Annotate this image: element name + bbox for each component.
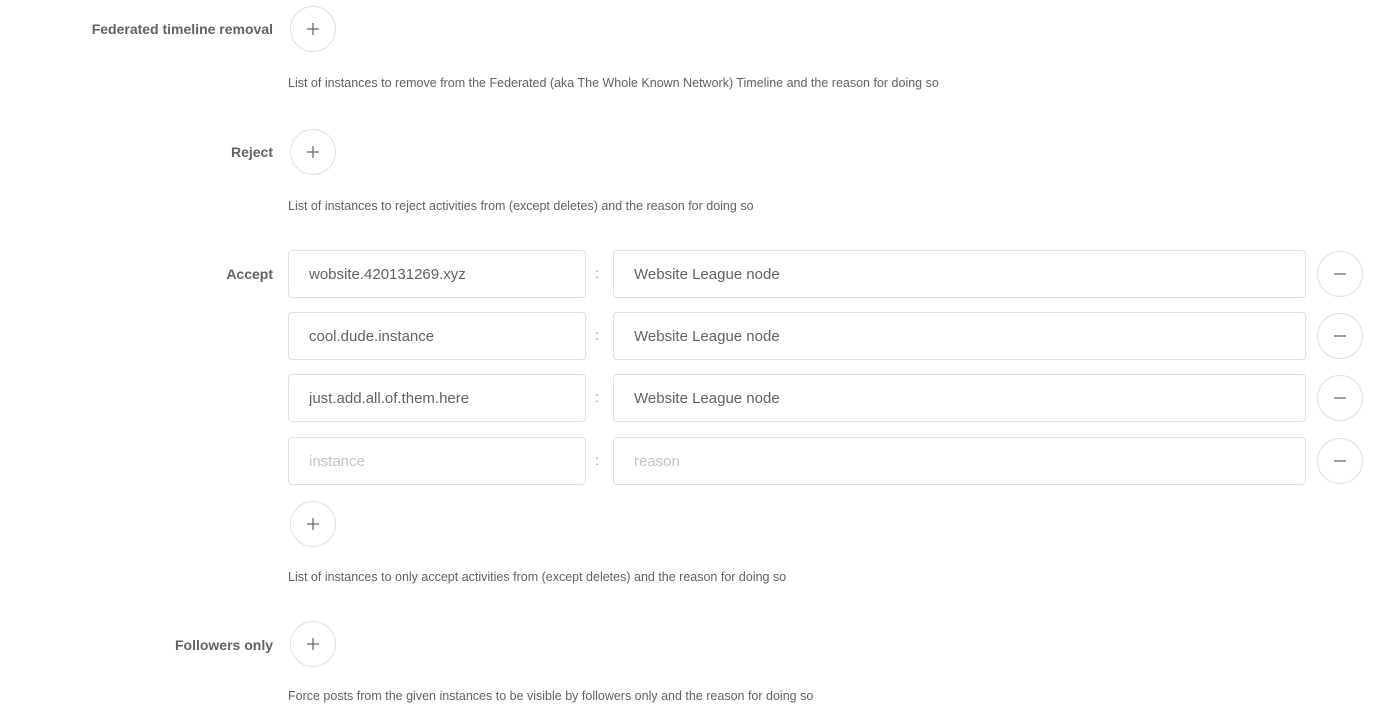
accept-separator: : (595, 265, 599, 281)
accept-description: List of instances to only accept activit… (288, 570, 787, 584)
accept-instance-input[interactable] (288, 312, 586, 360)
followers-only-add-button[interactable] (290, 621, 336, 667)
minus-icon (1334, 460, 1346, 462)
accept-reason-input[interactable] (613, 374, 1306, 422)
accept-reason-input[interactable] (613, 437, 1306, 485)
accept-remove-button[interactable] (1317, 251, 1363, 297)
accept-separator: : (595, 327, 599, 343)
minus-icon (1334, 397, 1346, 399)
accept-add-button[interactable] (290, 501, 336, 547)
accept-instance-input[interactable] (288, 374, 586, 422)
accept-separator: : (595, 389, 599, 405)
accept-remove-button[interactable] (1317, 313, 1363, 359)
accept-label: Accept (226, 266, 273, 282)
followers-only-label: Followers only (174, 637, 273, 653)
federated-add-button[interactable] (290, 6, 336, 52)
accept-instance-input[interactable] (288, 250, 586, 298)
reject-add-button[interactable] (290, 129, 336, 175)
plus-icon (307, 146, 319, 158)
accept-remove-button[interactable] (1317, 438, 1363, 484)
plus-icon (307, 23, 319, 35)
accept-reason-input[interactable] (613, 250, 1306, 298)
plus-icon (307, 518, 319, 530)
reject-label: Reject (230, 144, 273, 160)
plus-icon (307, 638, 319, 650)
followers-only-description: Force posts from the given instances to … (288, 689, 814, 703)
federated-description: List of instances to remove from the Fed… (288, 76, 939, 90)
accept-reason-input[interactable] (613, 312, 1306, 360)
minus-icon (1334, 273, 1346, 275)
accept-remove-button[interactable] (1317, 375, 1363, 421)
accept-separator: : (595, 452, 599, 468)
reject-description: List of instances to reject activities f… (288, 199, 754, 213)
accept-instance-input[interactable] (288, 437, 586, 485)
minus-icon (1334, 335, 1346, 337)
federated-timeline-removal-label: Federated timeline removal (91, 21, 273, 37)
